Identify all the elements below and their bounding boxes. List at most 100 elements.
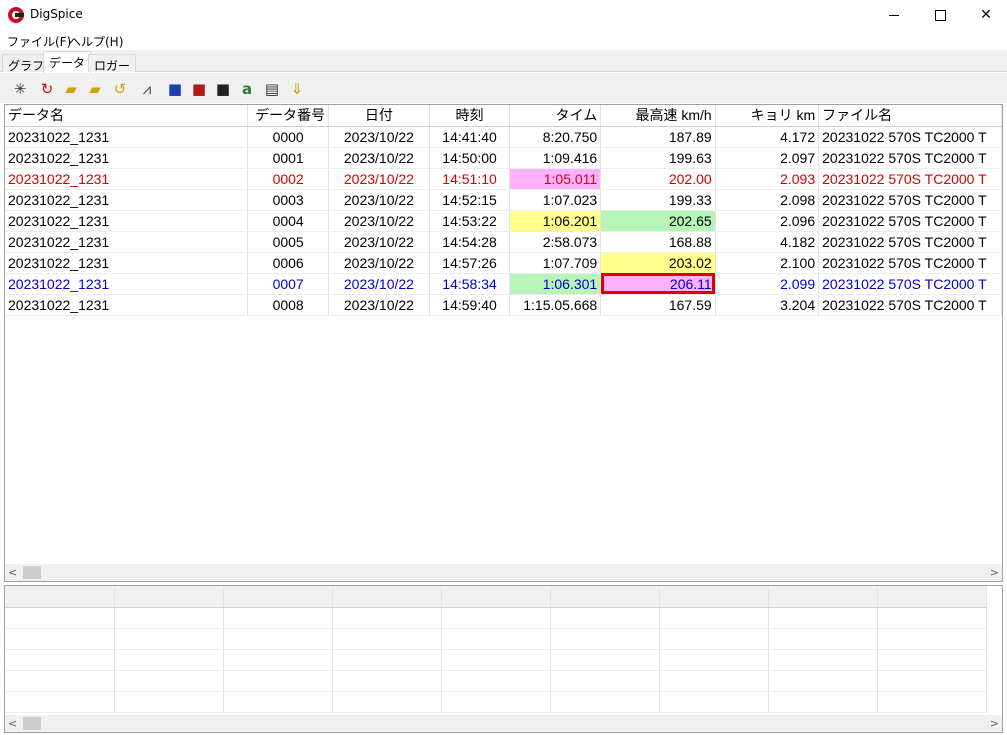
cell-distance[interactable]: 2.098 xyxy=(715,189,820,211)
maximize-button[interactable] xyxy=(917,0,963,30)
cell-distance[interactable]: 2.100 xyxy=(715,252,820,274)
cell-time-of-day[interactable]: 14:59:40 xyxy=(429,294,511,316)
cell-time-of-day[interactable]: 14:57:26 xyxy=(429,252,511,274)
detail-cell[interactable] xyxy=(332,691,442,713)
detail-cell[interactable] xyxy=(114,607,224,629)
cell-data-name[interactable]: 20231022_1231 xyxy=(5,294,249,316)
cell-date[interactable]: 2023/10/22 xyxy=(328,147,430,169)
cell-lap-time[interactable]: 8:20.750 xyxy=(509,126,602,148)
sparkle-icon[interactable]: ✳ xyxy=(10,79,30,99)
cell-data-name[interactable]: 20231022_1231 xyxy=(5,231,249,253)
table-row[interactable]: 20231022_1231 0003 2023/10/22 14:52:15 1:07.… xyxy=(5,189,1002,211)
detail-cell[interactable] xyxy=(5,628,115,650)
cell-distance[interactable]: 2.097 xyxy=(715,147,820,169)
cell-top-speed[interactable]: 199.33 xyxy=(600,189,716,211)
cell-time-of-day[interactable]: 14:58:34 xyxy=(429,273,511,295)
cell-time-of-day[interactable]: 14:51:10 xyxy=(429,168,511,190)
scroll-thumb[interactable] xyxy=(23,566,41,579)
detail-cell[interactable] xyxy=(768,586,878,608)
detail-cell[interactable] xyxy=(114,691,224,713)
detail-cell[interactable] xyxy=(5,649,115,671)
cell-data-name[interactable]: 20231022_1231 xyxy=(5,147,249,169)
col-header-top-speed[interactable]: 最高速 km/h xyxy=(600,105,716,127)
detail-cell[interactable] xyxy=(223,670,333,692)
open-folder-icon[interactable]: ▰ xyxy=(61,79,81,99)
cell-date[interactable]: 2023/10/22 xyxy=(328,168,430,190)
cell-distance[interactable]: 4.182 xyxy=(715,231,820,253)
save-black-icon[interactable]: ■ xyxy=(213,79,233,99)
detail-cell[interactable] xyxy=(5,607,115,629)
cell-data-number[interactable]: 0000 xyxy=(247,126,330,148)
detail-cell[interactable] xyxy=(659,691,769,713)
detail-cell[interactable] xyxy=(659,649,769,671)
table-row[interactable]: 20231022_1231 0002 2023/10/22 14:51:10 1:05.… xyxy=(5,168,1002,190)
cell-time-of-day[interactable]: 14:41:40 xyxy=(429,126,511,148)
cell-file-name[interactable]: 20231022 570S TC2000 T xyxy=(818,210,1002,232)
scroll-left-icon[interactable]: < xyxy=(8,566,17,579)
cell-top-speed[interactable]: 199.63 xyxy=(600,147,716,169)
detail-cell[interactable] xyxy=(659,670,769,692)
cell-time-of-day[interactable]: 14:54:28 xyxy=(429,231,511,253)
detail-cell[interactable] xyxy=(550,628,660,650)
cell-file-name[interactable]: 20231022 570S TC2000 T xyxy=(818,231,1002,253)
menu-help[interactable]: ヘルプ(H) xyxy=(69,33,123,50)
cell-top-speed[interactable]: 202.65 xyxy=(600,210,716,232)
detail-cell[interactable] xyxy=(114,586,224,608)
detail-cell[interactable] xyxy=(5,670,115,692)
detail-cell[interactable] xyxy=(114,649,224,671)
detail-cell[interactable] xyxy=(659,607,769,629)
chart-icon[interactable]: ⩘ xyxy=(137,79,157,99)
detail-cell[interactable] xyxy=(877,670,987,692)
cell-file-name[interactable]: 20231022 570S TC2000 T xyxy=(818,168,1002,190)
cell-date[interactable]: 2023/10/22 xyxy=(328,252,430,274)
table-row[interactable]: 20231022_1231 0007 2023/10/22 14:58:34 1:06.… xyxy=(5,273,1002,295)
table-row[interactable]: 20231022_1231 0000 2023/10/22 14:41:40 8:20.… xyxy=(5,126,1002,148)
cell-time-of-day[interactable]: 14:50:00 xyxy=(429,147,511,169)
cell-file-name[interactable]: 20231022 570S TC2000 T xyxy=(818,126,1002,148)
cell-distance[interactable]: 2.096 xyxy=(715,210,820,232)
cell-top-speed[interactable]: 187.89 xyxy=(600,126,716,148)
cell-top-speed[interactable]: 168.88 xyxy=(600,231,716,253)
detail-cell[interactable] xyxy=(332,649,442,671)
save-red-icon[interactable]: ■ xyxy=(189,79,209,99)
cell-distance[interactable]: 4.172 xyxy=(715,126,820,148)
lower-scroll-thumb[interactable] xyxy=(23,717,41,730)
cell-data-number[interactable]: 0004 xyxy=(247,210,330,232)
cell-distance[interactable]: 3.204 xyxy=(715,294,820,316)
col-header-data-number[interactable]: データ番号 xyxy=(247,105,330,127)
cell-data-name[interactable]: 20231022_1231 xyxy=(5,252,249,274)
cell-data-number[interactable]: 0007 xyxy=(247,273,330,295)
detail-cell[interactable] xyxy=(441,628,551,650)
lower-scroll-right-icon[interactable]: > xyxy=(990,717,999,730)
cell-lap-time[interactable]: 1:06.301 xyxy=(509,273,602,295)
col-header-file-name[interactable]: ファイル名 xyxy=(818,105,1002,127)
waveform-icon[interactable]: ▤ xyxy=(262,79,282,99)
detail-cell[interactable] xyxy=(114,628,224,650)
lower-scroll-left-icon[interactable]: < xyxy=(8,717,17,730)
lower-horizontal-scrollbar[interactable]: < > xyxy=(5,715,1002,732)
upper-horizontal-scrollbar[interactable]: < > xyxy=(5,564,1002,581)
detail-cell[interactable] xyxy=(768,607,878,629)
detail-cell[interactable] xyxy=(768,628,878,650)
table-row[interactable]: 20231022_1231 0001 2023/10/22 14:50:00 1:09.… xyxy=(5,147,1002,169)
cell-file-name[interactable]: 20231022 570S TC2000 T xyxy=(818,294,1002,316)
detail-cell[interactable] xyxy=(768,691,878,713)
cell-date[interactable]: 2023/10/22 xyxy=(328,210,430,232)
text-edit-icon[interactable]: a xyxy=(237,79,257,99)
close-button[interactable]: ✕ xyxy=(963,0,1007,30)
cell-lap-time[interactable]: 2:58.073 xyxy=(509,231,602,253)
detail-cell[interactable] xyxy=(223,586,333,608)
cell-data-number[interactable]: 0006 xyxy=(247,252,330,274)
cell-top-speed[interactable]: 202.00 xyxy=(600,168,716,190)
col-header-data-name[interactable]: データ名 xyxy=(5,105,249,127)
table-row[interactable]: 20231022_1231 0004 2023/10/22 14:53:22 1:06.… xyxy=(5,210,1002,232)
detail-cell[interactable] xyxy=(5,691,115,713)
cell-lap-time[interactable]: 1:05.011 xyxy=(509,168,602,190)
detail-cell[interactable] xyxy=(223,649,333,671)
cell-file-name[interactable]: 20231022 570S TC2000 T xyxy=(818,189,1002,211)
minimize-button[interactable] xyxy=(871,0,917,30)
cell-file-name[interactable]: 20231022 570S TC2000 T xyxy=(818,273,1002,295)
cell-file-name[interactable]: 20231022 570S TC2000 T xyxy=(818,147,1002,169)
data-grid[interactable]: データ名 データ番号 日付 時刻 タイム 最高速 km/h キョリ km ファイ… xyxy=(4,104,1003,582)
detail-cell[interactable] xyxy=(332,670,442,692)
